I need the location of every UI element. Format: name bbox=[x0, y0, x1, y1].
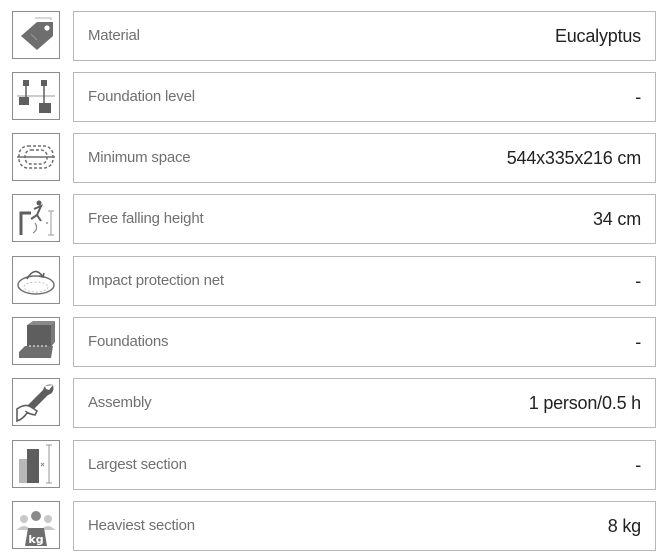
spec-label: Largest section bbox=[88, 456, 187, 473]
spec-value: - bbox=[635, 87, 641, 107]
spec-row-foundation-level: Foundation level - bbox=[0, 72, 660, 124]
spec-field: Free falling height 34 cm bbox=[73, 194, 656, 244]
spec-label: Assembly bbox=[88, 394, 152, 411]
spec-label: Foundations bbox=[88, 333, 169, 350]
spec-value: - bbox=[635, 271, 641, 291]
spec-label: Foundation level bbox=[88, 88, 195, 105]
spec-field: Foundation level - bbox=[73, 72, 656, 122]
spec-field: Foundations - bbox=[73, 317, 656, 367]
spec-label: Heaviest section bbox=[88, 517, 195, 534]
assembly-wrench-icon bbox=[12, 378, 60, 426]
spec-value: 34 cm bbox=[592, 209, 641, 229]
spec-row-impact-protection-net: Impact protection net - bbox=[0, 256, 660, 308]
weight-kg-text: kg bbox=[28, 533, 43, 546]
spec-row-heaviest-section: kg Heaviest section 8 kg bbox=[0, 501, 660, 553]
spec-row-largest-section: Largest section - bbox=[0, 440, 660, 492]
spec-label: Material bbox=[88, 27, 140, 44]
spec-field: Material Eucalyptus bbox=[73, 11, 656, 61]
spec-field: Assembly 1 person/0.5 h bbox=[73, 378, 656, 428]
impact-protection-net-icon bbox=[12, 256, 60, 304]
spec-value: 544x335x216 cm bbox=[506, 148, 641, 168]
spec-field: Heaviest section 8 kg bbox=[73, 501, 656, 551]
spec-label: Impact protection net bbox=[88, 272, 224, 289]
spec-label: Minimum space bbox=[88, 149, 191, 166]
spec-field: Largest section - bbox=[73, 440, 656, 490]
spec-row-assembly: Assembly 1 person/0.5 h bbox=[0, 378, 660, 430]
spec-row-minimum-space: Minimum space 544x335x216 cm bbox=[0, 133, 660, 185]
spec-value: Eucalyptus bbox=[554, 26, 641, 46]
spec-value: - bbox=[635, 332, 641, 352]
largest-section-icon bbox=[12, 440, 60, 488]
spec-value: 1 person/0.5 h bbox=[528, 393, 641, 413]
spec-value: - bbox=[635, 455, 641, 475]
spec-field: Impact protection net - bbox=[73, 256, 656, 306]
spec-value: 8 kg bbox=[607, 516, 641, 536]
spec-row-foundations: Foundations - bbox=[0, 317, 660, 369]
spec-field: Minimum space 544x335x216 cm bbox=[73, 133, 656, 183]
spec-row-material: Material Eucalyptus bbox=[0, 11, 660, 63]
free-falling-height-icon bbox=[12, 194, 60, 242]
spec-label: Free falling height bbox=[88, 210, 204, 227]
foundations-icon bbox=[12, 317, 60, 365]
minimum-space-icon bbox=[12, 133, 60, 181]
tag-icon bbox=[12, 11, 60, 59]
spec-row-free-falling-height: Free falling height 34 cm bbox=[0, 194, 660, 246]
foundation-level-icon bbox=[12, 72, 60, 120]
